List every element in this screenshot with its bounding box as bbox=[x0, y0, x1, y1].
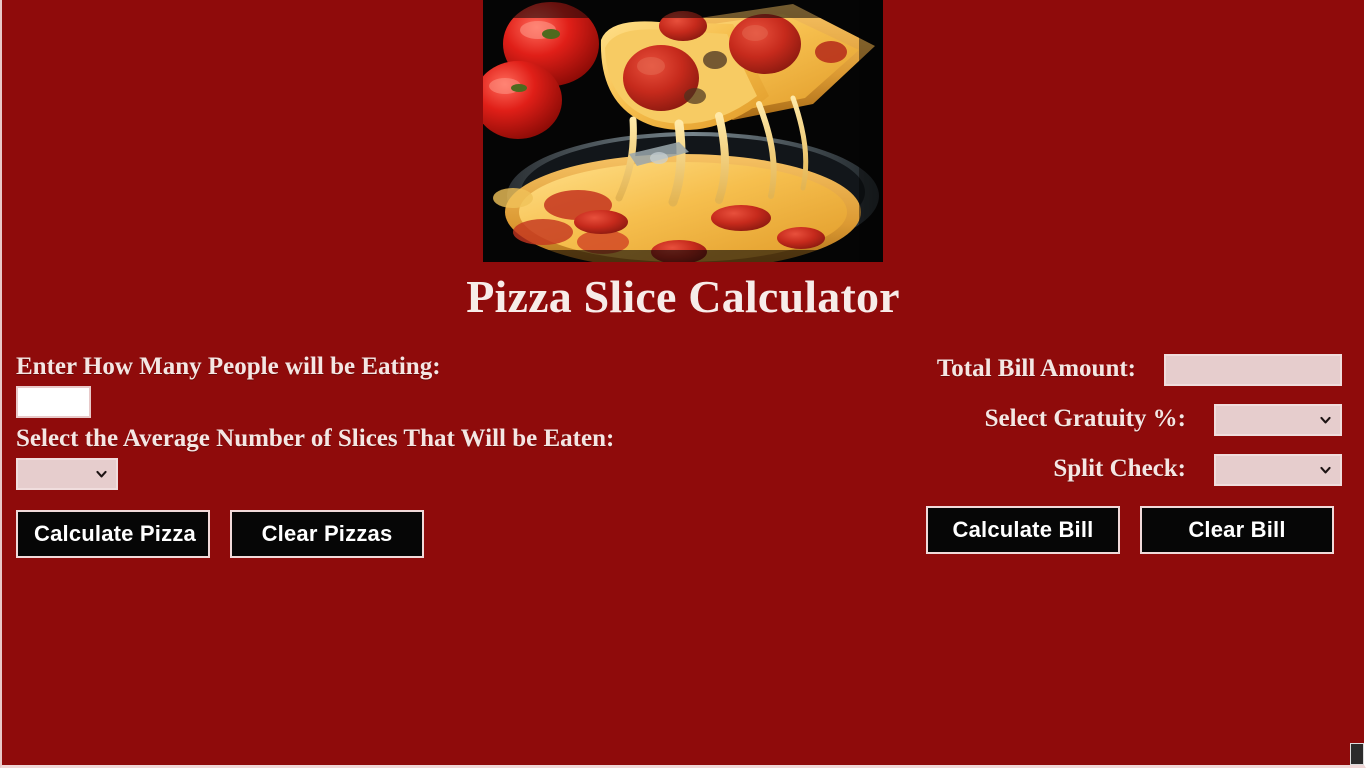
people-count-input[interactable] bbox=[16, 385, 91, 418]
hero-section: Pizza Slice Calculator bbox=[16, 0, 1350, 326]
form-area: Enter How Many People will be Eating: Se… bbox=[16, 352, 1350, 558]
pizza-hero-image bbox=[483, 0, 883, 262]
people-count-label: Enter How Many People will be Eating: bbox=[16, 352, 441, 380]
bill-button-row: Calculate Bill Clear Bill bbox=[922, 505, 1334, 554]
total-bill-row: Total Bill Amount: bbox=[922, 353, 1342, 386]
app-page: Pizza Slice Calculator Enter How Many Pe… bbox=[0, 0, 1366, 768]
chevron-down-icon bbox=[1320, 416, 1331, 423]
total-bill-input[interactable] bbox=[1164, 353, 1342, 386]
split-check-label: Split Check: bbox=[1053, 455, 1186, 483]
pizza-button-row: Calculate Pizza Clear Pizzas bbox=[16, 510, 656, 558]
split-check-selected-value bbox=[1216, 456, 1340, 461]
clear-pizzas-button[interactable]: Clear Pizzas bbox=[230, 510, 424, 558]
split-check-select[interactable] bbox=[1214, 453, 1342, 486]
gratuity-selected-value bbox=[1216, 406, 1340, 411]
slices-average-label: Select the Average Number of Slices That… bbox=[16, 424, 615, 452]
pizza-photo-illustration bbox=[483, 0, 883, 262]
slices-average-selected-value bbox=[18, 460, 116, 465]
calculate-pizza-button[interactable]: Calculate Pizza bbox=[16, 510, 210, 558]
bill-calculator-column: Total Bill Amount: Select Gratuity %: Sp… bbox=[922, 353, 1342, 554]
clear-bill-button[interactable]: Clear Bill bbox=[1140, 505, 1334, 554]
gratuity-label: Select Gratuity %: bbox=[984, 405, 1186, 433]
chevron-down-icon bbox=[1320, 466, 1331, 473]
calculate-bill-button[interactable]: Calculate Bill bbox=[926, 505, 1120, 554]
pizza-calculator-column: Enter How Many People will be Eating: Se… bbox=[16, 352, 656, 558]
slices-average-select[interactable] bbox=[16, 458, 118, 490]
page-title: Pizza Slice Calculator bbox=[466, 271, 900, 322]
gratuity-row: Select Gratuity %: bbox=[922, 403, 1342, 436]
split-check-row: Split Check: bbox=[922, 453, 1342, 486]
chevron-down-icon bbox=[96, 470, 107, 478]
gratuity-select[interactable] bbox=[1214, 403, 1342, 436]
total-bill-label: Total Bill Amount: bbox=[936, 355, 1136, 383]
